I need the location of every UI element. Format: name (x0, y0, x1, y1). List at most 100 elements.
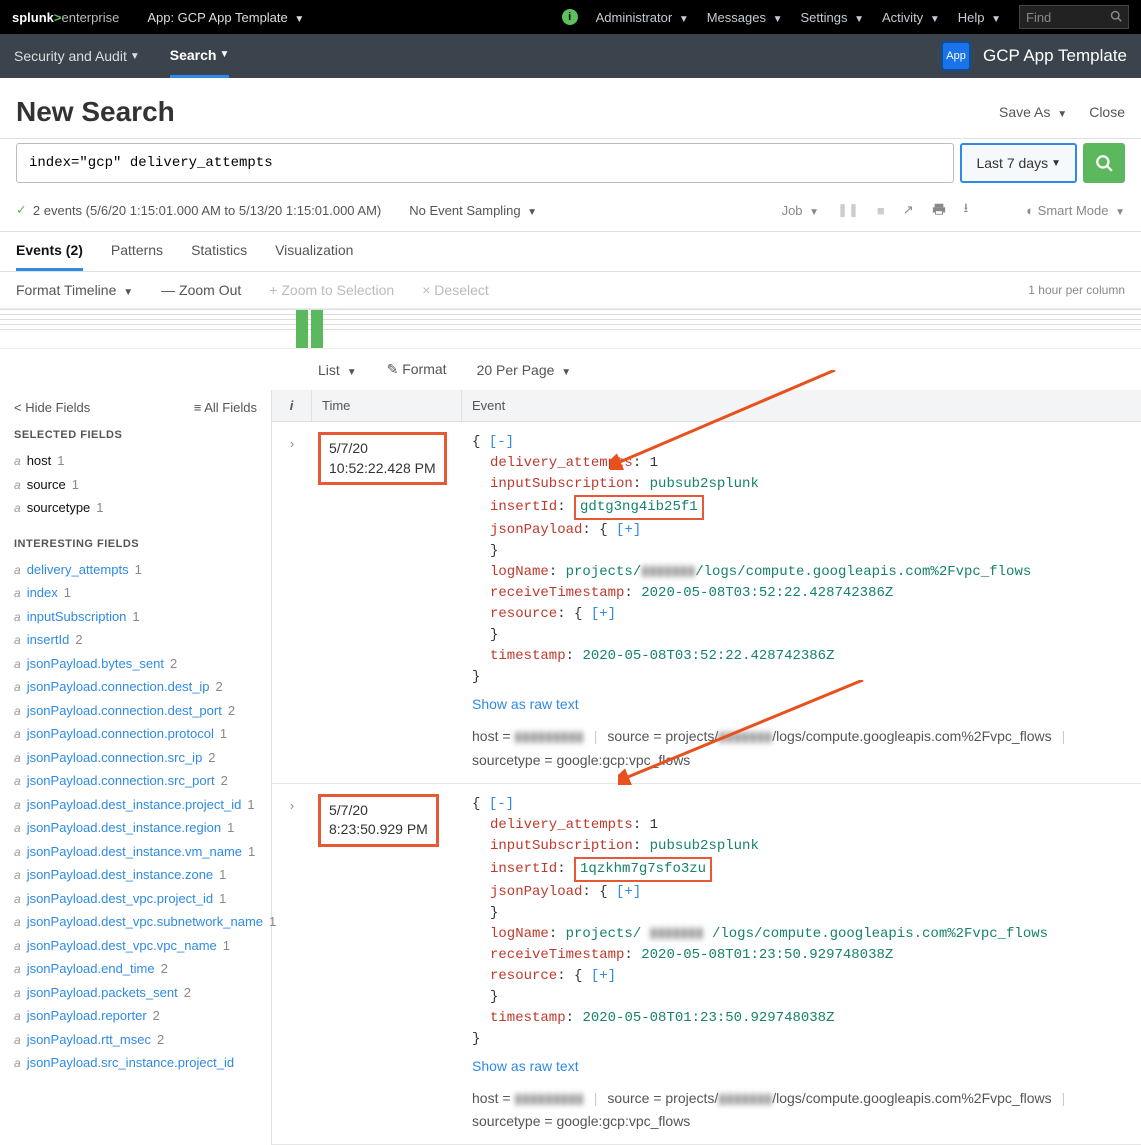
field-item[interactable]: a jsonPayload.connection.src_port 2 (14, 769, 257, 793)
search-query-input[interactable] (16, 143, 954, 183)
stop-icon[interactable]: ■ (877, 203, 885, 218)
result-tabs: Events (2) Patterns Statistics Visualiza… (0, 232, 1141, 272)
field-item[interactable]: a jsonPayload.end_time 2 (14, 957, 257, 981)
interesting-fields-heading: INTERESTING FIELDS (14, 538, 257, 550)
field-item[interactable]: a host 1 (14, 449, 257, 473)
event-row: ›5/7/208:23:50.929 PM { [-]delivery_attem… (272, 784, 1141, 1145)
event-meta: host = ▮▮▮▮▮▮▮▮▮|source = projects/▮▮▮▮▮… (472, 1087, 1131, 1135)
field-item[interactable]: a jsonPayload.rtt_msec 2 (14, 1028, 257, 1052)
info-icon[interactable]: i (562, 9, 578, 25)
check-icon: ✓ (16, 202, 27, 218)
selected-fields-heading: SELECTED FIELDS (14, 429, 257, 441)
event-json: { [-]delivery_attempts: 1inputSubscripti… (472, 794, 1131, 1050)
all-fields-button[interactable]: ≡ All Fields (194, 400, 257, 415)
search-icon (1110, 10, 1122, 25)
search-status-row: ✓ 2 events (5/6/20 1:15:01.000 AM to 5/1… (0, 193, 1141, 232)
page-header: New Search Save As ▼ Close (0, 78, 1141, 139)
field-item[interactable]: a source 1 (14, 473, 257, 497)
run-search-button[interactable] (1083, 143, 1125, 183)
global-topbar: splunk>enterprise App: GCP App Template … (0, 0, 1141, 34)
event-time: 5/7/208:23:50.929 PM (318, 794, 439, 847)
app-icon: App (941, 41, 971, 71)
event-row: ›5/7/2010:52:22.428 PM { [-]delivery_atte… (272, 422, 1141, 784)
field-item[interactable]: a index 1 (14, 581, 257, 605)
menu-help[interactable]: Help ▼ (958, 10, 1001, 25)
expand-chevron-icon[interactable]: › (272, 428, 312, 777)
field-item[interactable]: a jsonPayload.dest_vpc.subnetwork_name 1 (14, 910, 257, 934)
list-mode-dropdown[interactable]: List ▼ (318, 362, 357, 378)
field-item[interactable]: a jsonPayload.dest_instance.region 1 (14, 816, 257, 840)
close-button[interactable]: Close (1089, 104, 1125, 120)
field-item[interactable]: a jsonPayload.dest_instance.project_id 1 (14, 793, 257, 817)
menu-settings[interactable]: Settings ▼ (801, 10, 865, 25)
timeline-chart[interactable] (0, 309, 1141, 349)
save-as-button[interactable]: Save As ▼ (999, 104, 1067, 120)
download-icon[interactable]: ⭳ (964, 199, 969, 221)
time-range-picker[interactable]: Last 7 days ▼ (960, 143, 1077, 183)
field-item[interactable]: a delivery_attempts 1 (14, 558, 257, 582)
event-format-row: List ▼ ✎ Format 20 Per Page ▼ (0, 349, 1141, 390)
event-time: 5/7/2010:52:22.428 PM (318, 432, 447, 485)
field-item[interactable]: a jsonPayload.connection.protocol 1 (14, 722, 257, 746)
page-title: New Search (16, 96, 175, 128)
field-item[interactable]: a jsonPayload.reporter 2 (14, 1004, 257, 1028)
tab-events[interactable]: Events (2) (16, 242, 83, 271)
nav-security-audit[interactable]: Security and Audit ▼ (14, 34, 140, 78)
format-timeline-dropdown[interactable]: Format Timeline ▼ (16, 282, 133, 298)
field-item[interactable]: a jsonPayload.packets_sent 2 (14, 981, 257, 1005)
tab-visualization[interactable]: Visualization (275, 242, 353, 271)
field-item[interactable]: a jsonPayload.dest_instance.vm_name 1 (14, 840, 257, 864)
events-panel: i Time Event ›5/7/2010:52:22.428 PM{ [-]… (272, 390, 1141, 1145)
zoom-out-button[interactable]: — Zoom Out (161, 282, 241, 298)
events-table-header: i Time Event (272, 390, 1141, 422)
field-item[interactable]: a inputSubscription 1 (14, 605, 257, 629)
splunk-logo: splunk>enterprise (12, 10, 119, 25)
col-header-time[interactable]: Time (312, 390, 462, 421)
event-meta: host = ▮▮▮▮▮▮▮▮▮|source = projects/▮▮▮▮▮… (472, 725, 1131, 773)
tab-patterns[interactable]: Patterns (111, 242, 163, 271)
field-item[interactable]: a jsonPayload.connection.src_ip 2 (14, 746, 257, 770)
format-button[interactable]: ✎ Format (387, 361, 447, 378)
fields-panel: < Hide Fields ≡ All Fields SELECTED FIEL… (0, 390, 272, 1145)
events-count-text: 2 events (5/6/20 1:15:01.000 AM to 5/13/… (33, 203, 381, 218)
timeline-scale-label: 1 hour per column (1028, 283, 1125, 297)
field-item[interactable]: a jsonPayload.dest_instance.zone 1 (14, 863, 257, 887)
global-find-input[interactable]: Find (1019, 5, 1129, 29)
share-icon[interactable]: ↗ (903, 202, 914, 218)
app-nav-bar: Security and Audit ▼ Search ▼ App GCP Ap… (0, 34, 1141, 78)
per-page-dropdown[interactable]: 20 Per Page ▼ (477, 362, 572, 378)
smart-mode-dropdown[interactable]: ◐ Smart Mode ▼ (1026, 203, 1125, 218)
field-item[interactable]: a jsonPayload.connection.dest_port 2 (14, 699, 257, 723)
app-name-label: GCP App Template (983, 46, 1127, 66)
deselect-button: × Deselect (422, 282, 489, 298)
show-raw-text-link[interactable]: Show as raw text (472, 1056, 579, 1077)
search-bar-row: Last 7 days ▼ (0, 139, 1141, 193)
app-context-label[interactable]: App: GCP App Template ▼ (147, 10, 304, 25)
search-icon (1095, 154, 1113, 172)
menu-activity[interactable]: Activity ▼ (882, 10, 940, 25)
print-icon[interactable] (932, 202, 946, 219)
menu-administrator[interactable]: Administrator ▼ (596, 10, 689, 25)
expand-chevron-icon[interactable]: › (272, 790, 312, 1139)
col-header-event: Event (462, 390, 1141, 421)
field-item[interactable]: a sourcetype 1 (14, 496, 257, 520)
timeline-controls: Format Timeline ▼ — Zoom Out + Zoom to S… (0, 272, 1141, 309)
main-area: < Hide Fields ≡ All Fields SELECTED FIEL… (0, 390, 1141, 1145)
field-item[interactable]: a jsonPayload.dest_vpc.project_id 1 (14, 887, 257, 911)
field-item[interactable]: a jsonPayload.connection.dest_ip 2 (14, 675, 257, 699)
hide-fields-button[interactable]: < Hide Fields (14, 400, 90, 415)
job-menu[interactable]: Job ▼ (782, 203, 820, 218)
event-json: { [-]delivery_attempts: 1inputSubscripti… (472, 432, 1131, 688)
field-item[interactable]: a jsonPayload.src_instance.project_id (14, 1051, 257, 1075)
zoom-to-selection-button: + Zoom to Selection (269, 282, 394, 298)
field-item[interactable]: a jsonPayload.dest_vpc.vpc_name 1 (14, 934, 257, 958)
tab-statistics[interactable]: Statistics (191, 242, 247, 271)
show-raw-text-link[interactable]: Show as raw text (472, 694, 579, 715)
pause-icon[interactable]: ❚❚ (837, 202, 859, 218)
field-item[interactable]: a insertId 2 (14, 628, 257, 652)
col-header-info[interactable]: i (272, 390, 312, 421)
event-sampling-dropdown[interactable]: No Event Sampling ▼ (409, 203, 537, 218)
field-item[interactable]: a jsonPayload.bytes_sent 2 (14, 652, 257, 676)
menu-messages[interactable]: Messages ▼ (707, 10, 783, 25)
nav-search[interactable]: Search ▼ (170, 34, 230, 78)
